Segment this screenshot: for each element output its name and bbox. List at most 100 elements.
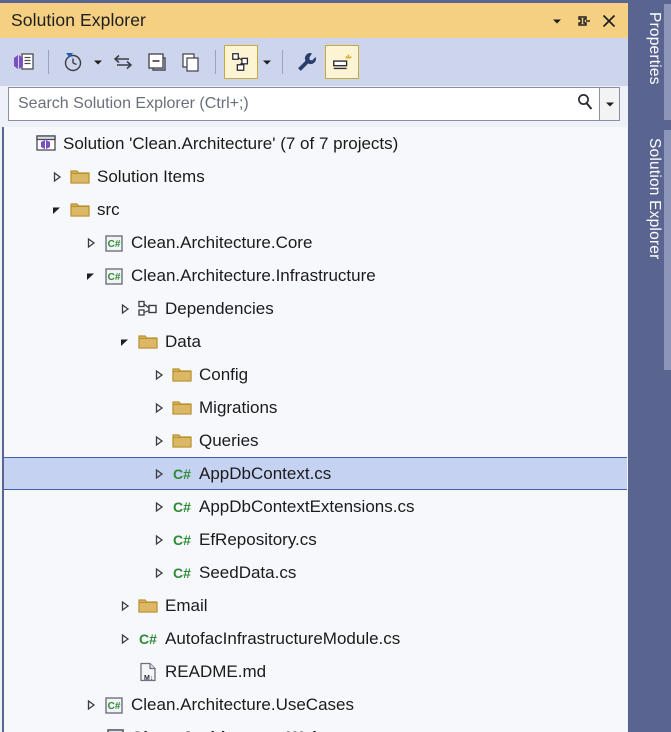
tree-row-label: AutofacInfrastructureModule.cs — [165, 629, 401, 648]
chevron-right-icon[interactable] — [148, 391, 170, 424]
folder-icon — [68, 160, 92, 193]
svg-text:C#: C# — [108, 239, 121, 250]
chevron-right-icon[interactable] — [148, 358, 170, 391]
tree-row-label: EfRepository.cs — [199, 530, 317, 549]
chevron-right-icon[interactable] — [80, 688, 102, 721]
tree-row-label: Clean.Architecture.UseCases — [131, 695, 354, 714]
tree-row[interactable]: M↓ README.md — [4, 655, 627, 688]
svg-text:M↓: M↓ — [144, 675, 153, 682]
folder-icon — [136, 589, 160, 622]
svg-text:C#: C# — [173, 565, 191, 581]
toolbar-separator — [48, 50, 49, 74]
solution-explorer-panel: Solution Explorer Search Solution Explor… — [0, 0, 628, 732]
tab-strip-divider — [664, 4, 671, 120]
panel-titlebar: Solution Explorer — [0, 0, 628, 38]
properties-button[interactable] — [291, 45, 323, 79]
tree-row[interactable]: Clean.Architecture.Web — [4, 721, 627, 732]
toolbar-separator — [215, 50, 216, 74]
csharp-file-icon: C# — [136, 622, 160, 655]
chevron-right-icon[interactable] — [114, 589, 136, 622]
tree-row[interactable]: C# AppDbContext.cs — [4, 457, 627, 490]
folder-icon — [136, 325, 160, 358]
tree-row[interactable]: C# SeedData.cs — [4, 556, 627, 589]
pending-changes-filter-button[interactable] — [57, 45, 89, 79]
csharp-file-icon: C# — [170, 490, 194, 523]
tree-row-label: AppDbContextExtensions.cs — [199, 497, 415, 516]
tree-row[interactable]: C# EfRepository.cs — [4, 523, 627, 556]
csharp-file-icon: C# — [170, 556, 194, 589]
chevron-right-icon[interactable] — [148, 556, 170, 589]
sync-with-active-document-button[interactable] — [107, 45, 139, 79]
view-class-diagram-caret-icon[interactable] — [260, 45, 274, 79]
folder-icon — [170, 391, 194, 424]
search-row — [8, 87, 620, 121]
tab-properties[interactable]: Properties — [633, 4, 663, 85]
chevron-right-icon[interactable] — [148, 424, 170, 457]
chevron-down-icon[interactable] — [46, 193, 68, 226]
csharp-project-icon: C# — [102, 688, 126, 721]
folder-icon — [170, 358, 194, 391]
preview-selected-items-button[interactable] — [325, 45, 359, 79]
solution-tree[interactable]: Solution 'Clean.Architecture' (7 of 7 pr… — [2, 127, 627, 732]
tree-row[interactable]: Email — [4, 589, 627, 622]
tree-row[interactable]: Migrations — [4, 391, 627, 424]
tree-row-label: Migrations — [199, 398, 278, 417]
chevron-right-icon[interactable] — [148, 523, 170, 556]
chevron-right-icon[interactable] — [80, 226, 102, 259]
svg-text:C#: C# — [108, 701, 121, 712]
tree-row-label: Clean.Architecture.Infrastructure — [131, 266, 376, 285]
solution-explorer-window: Solution Explorer Search Solution Explor… — [0, 0, 671, 732]
tree-row[interactable]: Queries — [4, 424, 627, 457]
pending-changes-caret-icon[interactable] — [91, 45, 105, 79]
chevron-down-icon[interactable] — [80, 259, 102, 292]
svg-text:C#: C# — [173, 466, 191, 482]
tree-row[interactable]: src — [4, 193, 627, 226]
chevron-right-icon[interactable] — [148, 457, 170, 490]
code-map-button[interactable] — [8, 45, 40, 79]
tree-row[interactable]: C# AppDbContextExtensions.cs — [4, 490, 627, 523]
csharp-project-icon: C# — [102, 259, 126, 292]
show-all-files-button[interactable] — [175, 45, 207, 79]
pin-icon[interactable] — [570, 8, 596, 34]
tree-row-label: Solution 'Clean.Architecture' (7 of 7 pr… — [63, 134, 399, 153]
close-icon[interactable] — [596, 8, 622, 34]
tree-row[interactable]: C# Clean.Architecture.UseCases — [4, 688, 627, 721]
tree-row-label: Queries — [199, 431, 259, 450]
svg-text:C#: C# — [139, 631, 157, 647]
csharp-file-icon: C# — [170, 457, 194, 490]
chevron-right-icon[interactable] — [114, 292, 136, 325]
tree-row-label: Solution Items — [97, 167, 205, 186]
tree-row[interactable]: Solution 'Clean.Architecture' (7 of 7 pr… — [4, 127, 627, 160]
svg-text:C#: C# — [108, 272, 121, 283]
tree-row[interactable]: C# Clean.Architecture.Core — [4, 226, 627, 259]
window-dropdown-icon[interactable] — [544, 8, 570, 34]
tree-row-label: Dependencies — [165, 299, 274, 318]
tree-row[interactable]: Data — [4, 325, 627, 358]
tree-row[interactable]: C# AutofacInfrastructureModule.cs — [4, 622, 627, 655]
tree-row[interactable]: Dependencies — [4, 292, 627, 325]
tab-strip-divider — [664, 130, 671, 370]
solution-icon — [34, 127, 58, 160]
chevron-right-icon[interactable] — [148, 490, 170, 523]
tab-solution-explorer[interactable]: Solution Explorer — [633, 130, 663, 259]
view-class-diagram-button[interactable] — [224, 45, 258, 79]
chevron-right-icon[interactable] — [114, 622, 136, 655]
search-box[interactable] — [8, 87, 600, 121]
tree-row[interactable]: Config — [4, 358, 627, 391]
search-dropdown-button[interactable] — [600, 87, 620, 121]
tree-row[interactable]: Solution Items — [4, 160, 627, 193]
chevron-down-icon[interactable] — [114, 325, 136, 358]
svg-text:C#: C# — [173, 532, 191, 548]
search-input[interactable] — [18, 95, 575, 113]
tree-row[interactable]: C# Clean.Architecture.Infrastructure — [4, 259, 627, 292]
collapse-all-button[interactable] — [141, 45, 173, 79]
tree-row-label: AppDbContext.cs — [199, 464, 332, 483]
chevron-right-icon[interactable] — [80, 721, 102, 732]
markdown-file-icon: M↓ — [136, 655, 160, 688]
search-icon[interactable] — [575, 92, 595, 117]
chevron-right-icon[interactable] — [46, 160, 68, 193]
tree-row-label: Data — [165, 332, 201, 351]
right-tab-strip: Properties Solution Explorer — [628, 0, 671, 732]
folder-icon — [68, 193, 92, 226]
dependencies-icon — [136, 292, 160, 325]
